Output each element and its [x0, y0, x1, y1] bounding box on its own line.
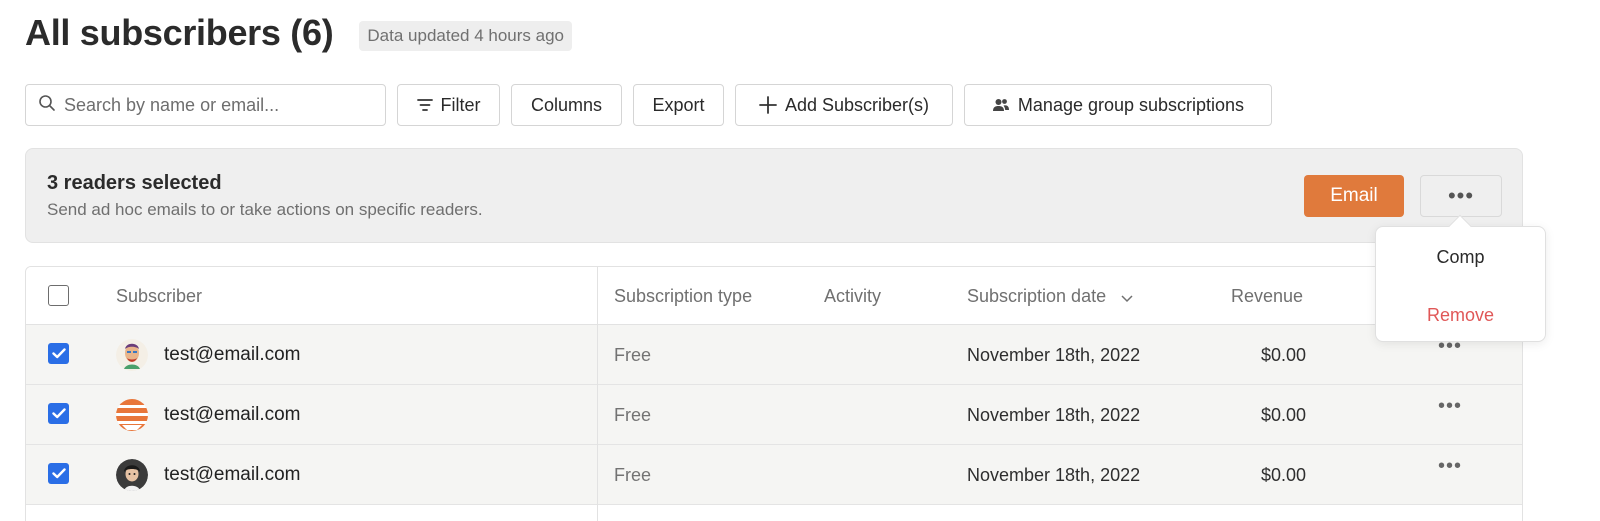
subscription-date: November 18th, 2022	[967, 345, 1141, 365]
subscriber-email[interactable]: test@email.com	[164, 404, 301, 426]
subscription-date: November 18th, 2022	[967, 405, 1141, 425]
filter-label: Filter	[440, 94, 481, 115]
data-updated-badge: Data updated 4 hours ago	[359, 21, 573, 51]
chevron-down-icon	[1121, 287, 1133, 308]
table-header: Subscriber Subscription type Activity Su…	[26, 267, 1522, 325]
column-header-revenue[interactable]: Revenue	[1231, 286, 1303, 307]
search-icon	[38, 94, 56, 117]
avatar	[116, 339, 148, 371]
row-checkbox[interactable]	[48, 463, 69, 484]
column-header-activity[interactable]: Activity	[824, 286, 881, 307]
table-row[interactable]: test@email.com Free November 18th, 2022 …	[26, 445, 1522, 505]
selection-count: 3 readers selected	[47, 172, 222, 194]
manage-group-subscriptions-button[interactable]: Manage group subscriptions	[964, 84, 1272, 126]
page-title: All subscribers (6)	[25, 12, 334, 53]
select-all-checkbox[interactable]	[48, 285, 69, 306]
table-row[interactable]: test@email.com Free November 18th, 2022 …	[26, 385, 1522, 445]
column-header-subscriber[interactable]: Subscriber	[116, 286, 202, 307]
more-actions-button[interactable]: •••	[1420, 175, 1502, 217]
revenue: $0.00	[1260, 405, 1306, 425]
row-more-icon[interactable]: •••	[1438, 395, 1462, 418]
table-row[interactable]: test@email.com Free November 18th, 2022 …	[26, 325, 1522, 385]
row-more-icon[interactable]: •••	[1438, 455, 1462, 478]
subscribers-table: Subscriber Subscription type Activity Su…	[25, 266, 1523, 521]
remove-menu-item[interactable]: Remove	[1376, 305, 1545, 326]
column-header-subscription-date[interactable]: Subscription date	[967, 286, 1133, 308]
plus-icon	[759, 96, 777, 114]
add-subscriber-button[interactable]: Add Subscriber(s)	[735, 84, 953, 126]
filter-button[interactable]: Filter	[397, 84, 500, 126]
comp-menu-item[interactable]: Comp	[1376, 247, 1545, 268]
selection-description: Send ad hoc emails to or take actions on…	[47, 200, 483, 219]
avatar	[116, 399, 148, 431]
subscription-type: Free	[614, 345, 652, 365]
more-icon: •••	[1447, 183, 1475, 208]
checkmark-icon	[51, 348, 66, 359]
toolbar: Filter Columns Export Add Subscriber(s) …	[25, 84, 1272, 126]
column-divider	[597, 267, 598, 521]
search-box[interactable]	[25, 84, 386, 126]
row-checkbox[interactable]	[48, 403, 69, 424]
subscription-date-label: Subscription date	[967, 286, 1107, 306]
email-button[interactable]: Email	[1304, 175, 1404, 217]
subscription-date: November 18th, 2022	[967, 465, 1141, 485]
selection-banner: 3 readers selected Send ad hoc emails to…	[25, 148, 1523, 243]
subscriber-email[interactable]: test@email.com	[164, 464, 301, 486]
row-checkbox[interactable]	[48, 343, 69, 364]
columns-button[interactable]: Columns	[511, 84, 622, 126]
subscription-type: Free	[614, 465, 652, 485]
checkmark-icon	[51, 408, 66, 419]
users-icon	[992, 97, 1010, 113]
add-subscriber-label: Add Subscriber(s)	[784, 94, 930, 115]
search-input[interactable]	[64, 94, 354, 116]
manage-group-label: Manage group subscriptions	[1017, 94, 1245, 115]
subscribers-page: All subscribers (6) Data updated 4 hours…	[0, 0, 1600, 521]
more-actions-dropdown: Comp Remove	[1375, 226, 1546, 342]
subscriber-email[interactable]: test@email.com	[164, 344, 301, 366]
export-label: Export	[652, 94, 705, 115]
revenue: $0.00	[1260, 465, 1306, 485]
checkmark-icon	[51, 468, 66, 479]
columns-label: Columns	[530, 94, 603, 115]
page-header: All subscribers (6) Data updated 4 hours…	[25, 12, 573, 54]
column-header-subscription-type[interactable]: Subscription type	[614, 286, 752, 307]
subscription-type: Free	[614, 405, 652, 425]
filter-icon	[416, 98, 433, 112]
revenue: $0.00	[1260, 345, 1306, 365]
export-button[interactable]: Export	[633, 84, 724, 126]
avatar	[116, 459, 148, 491]
